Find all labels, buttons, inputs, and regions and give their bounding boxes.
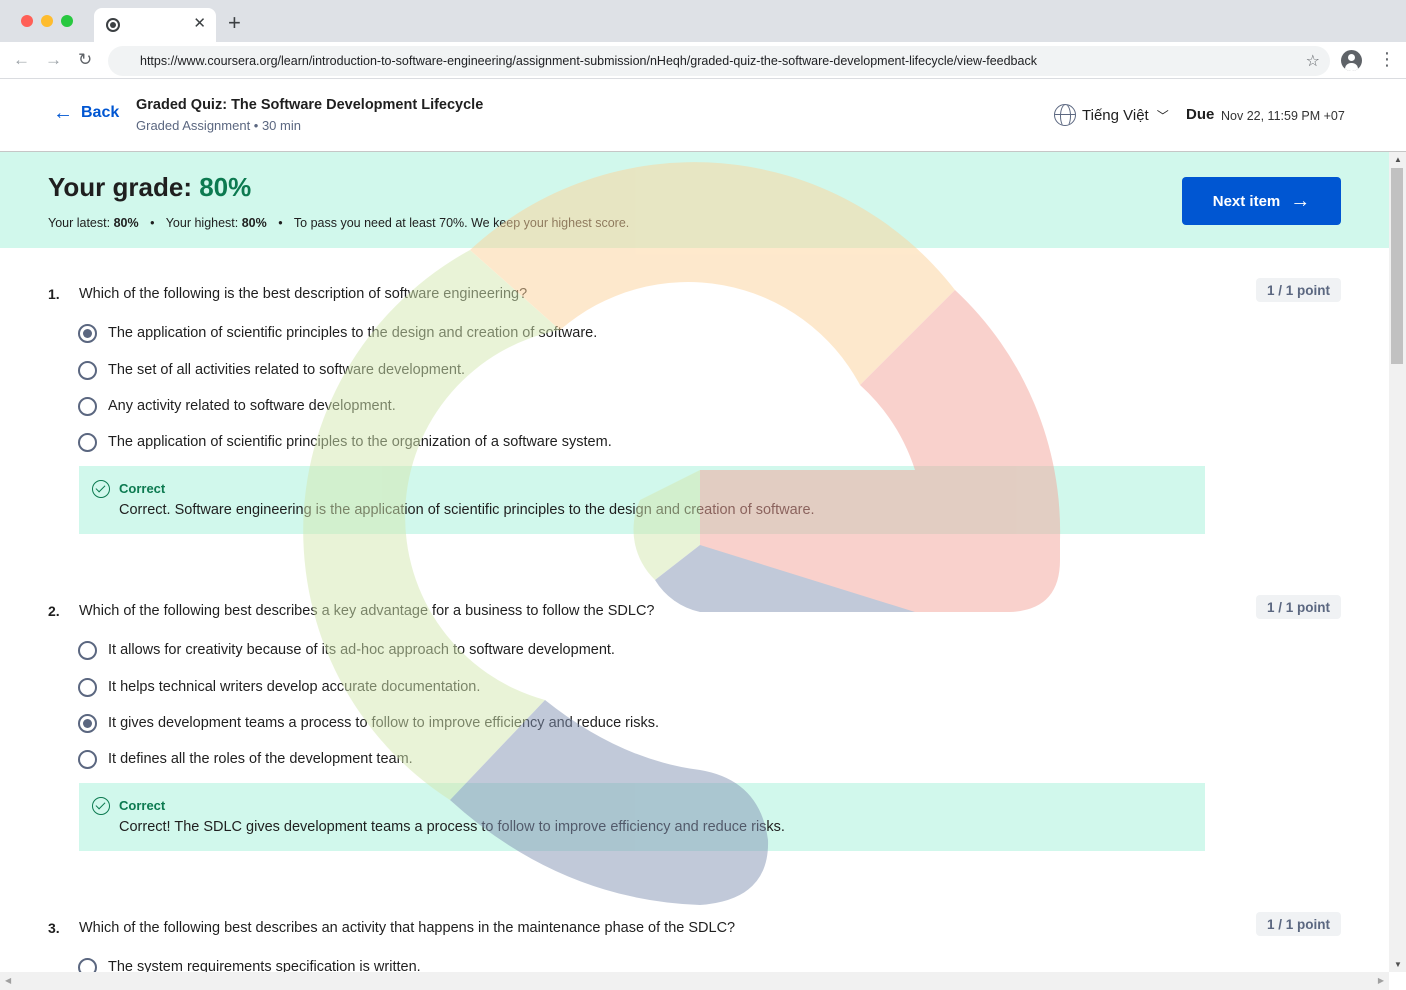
option-label: The application of scientific principles… — [108, 325, 598, 341]
browser-forward-icon[interactable]: → — [45, 50, 62, 70]
browser-back-icon[interactable]: ← — [13, 50, 30, 70]
next-item-label: Next item — [1212, 192, 1281, 210]
highest-value: 80% — [241, 216, 267, 230]
answer-option[interactable]: It defines all the roles of the developm… — [78, 748, 413, 770]
separator-dot: • — [278, 216, 283, 230]
quiz-title: Graded Quiz: The Software Development Li… — [136, 97, 484, 113]
option-label: It allows for creativity because of its … — [108, 642, 615, 658]
feedback-box: Correct Correct! The SDLC gives developm… — [79, 783, 1205, 851]
grade-details: Your latest: 80% • Your highest: 80% • T… — [48, 216, 629, 230]
radio-unselected[interactable] — [78, 749, 97, 769]
feedback-title: Correct — [119, 481, 166, 496]
due-label: Due — [1186, 106, 1215, 123]
question-text: Which of the following best describes a … — [79, 603, 655, 619]
scroll-up-icon[interactable]: ▲ — [1394, 155, 1402, 164]
back-button[interactable]: ← Back — [53, 102, 120, 124]
answer-option[interactable]: It helps technical writers develop accur… — [78, 676, 480, 698]
back-label: Back — [81, 104, 120, 121]
maximize-window-button[interactable] — [61, 15, 73, 27]
option-label: The set of all activities related to sof… — [108, 362, 466, 378]
feedback-box: Correct Correct. Software engineering is… — [79, 466, 1205, 534]
scrollbar-thumb[interactable] — [1391, 168, 1403, 364]
scroll-left-icon[interactable]: ◀ — [5, 976, 11, 985]
question-number: 3. — [48, 920, 60, 936]
grade-heading: Your grade: 80% — [48, 172, 251, 203]
radio-unselected[interactable] — [78, 957, 97, 972]
points-badge: 1 / 1 point — [1256, 595, 1341, 619]
highest-label: Your highest: — [165, 216, 239, 230]
grade-banner: Your grade: 80% Your latest: 80% • Your … — [0, 152, 1389, 248]
option-label: It defines all the roles of the developm… — [108, 751, 413, 767]
option-label: The system requirements specification is… — [108, 959, 421, 972]
option-label: Any activity related to software develop… — [108, 398, 396, 414]
scroll-right-icon[interactable]: ▶ — [1378, 976, 1384, 985]
tab-bar: ✕ + — [0, 0, 1406, 42]
minimize-window-button[interactable] — [41, 15, 53, 27]
url-text[interactable]: https://www.coursera.org/learn/introduct… — [140, 54, 1037, 68]
reload-icon[interactable]: ↻ — [78, 50, 92, 70]
quiz-header: ← Back Graded Quiz: The Software Develop… — [0, 79, 1406, 152]
answer-option[interactable]: Any activity related to software develop… — [78, 395, 396, 417]
next-item-button[interactable]: Next item → — [1182, 177, 1341, 225]
points-badge: 1 / 1 point — [1256, 278, 1341, 302]
latest-value: 80% — [113, 216, 139, 230]
check-circle-icon — [92, 797, 110, 815]
option-label: The application of scientific principles… — [108, 434, 612, 450]
option-label: It helps technical writers develop accur… — [108, 679, 481, 695]
scroll-down-icon[interactable]: ▼ — [1394, 960, 1402, 969]
quiz-subtitle: Graded Assignment • 30 min — [136, 118, 301, 133]
tab-close-icon[interactable]: ✕ — [193, 15, 206, 33]
browser-tab-active[interactable]: ✕ — [94, 8, 216, 42]
due-date: Nov 22, 11:59 PM +07 — [1221, 109, 1345, 123]
grade-value: 80% — [199, 172, 252, 202]
address-bar[interactable]: https://www.coursera.org/learn/introduct… — [108, 46, 1330, 76]
answer-option[interactable]: The system requirements specification is… — [78, 956, 421, 972]
answer-option[interactable]: The application of scientific principles… — [78, 322, 597, 344]
language-label: Tiếng Việt — [1082, 106, 1149, 124]
chrome-icon — [106, 18, 120, 32]
radio-selected[interactable] — [78, 323, 97, 343]
radio-selected[interactable] — [78, 713, 97, 733]
grade-label: Your grade: — [48, 172, 192, 202]
radio-unselected[interactable] — [78, 396, 97, 416]
arrow-right-icon: → — [1290, 190, 1311, 212]
radio-unselected[interactable] — [78, 432, 97, 452]
globe-icon — [1054, 104, 1076, 126]
vertical-scrollbar[interactable]: ▲ ▼ — [1389, 152, 1406, 972]
language-selector[interactable]: Tiếng Việt ﹀ — [1054, 104, 1169, 126]
new-tab-button[interactable]: + — [228, 12, 241, 34]
browser-toolbar: ← → ↻ https://www.coursera.org/learn/int… — [0, 42, 1406, 79]
browser-window: ✕ + ← → ↻ https://www.coursera.org/learn… — [0, 0, 1406, 990]
radio-unselected[interactable] — [78, 677, 97, 697]
horizontal-scrollbar[interactable]: ◀ ▶ — [0, 972, 1389, 990]
question-text: Which of the following is the best descr… — [79, 286, 528, 302]
question-number: 1. — [48, 286, 60, 302]
pass-note: To pass you need at least 70%. We keep y… — [293, 216, 630, 230]
answer-option[interactable]: The application of scientific principles… — [78, 431, 612, 453]
question-number: 2. — [48, 603, 60, 619]
radio-unselected[interactable] — [78, 360, 97, 380]
answer-option[interactable]: It gives development teams a process to … — [78, 712, 659, 734]
check-circle-icon — [92, 480, 110, 498]
answer-option[interactable]: The set of all activities related to sof… — [78, 359, 465, 381]
arrow-left-icon: ← — [53, 102, 73, 124]
separator-dot: • — [150, 216, 155, 230]
radio-unselected[interactable] — [78, 640, 97, 660]
browser-menu-icon[interactable]: ⋮ — [1378, 49, 1396, 69]
latest-label: Your latest: — [48, 216, 111, 230]
profile-avatar-icon[interactable] — [1341, 50, 1362, 71]
feedback-text: Correct. Software engineering is the app… — [119, 502, 815, 518]
bookmark-star-icon[interactable]: ☆ — [1306, 51, 1320, 71]
close-window-button[interactable] — [21, 15, 33, 27]
quiz-feedback-content: Your grade: 80% Your latest: 80% • Your … — [0, 152, 1389, 972]
question-text: Which of the following best describes an… — [79, 920, 736, 936]
answer-option[interactable]: It allows for creativity because of its … — [78, 639, 615, 661]
feedback-text: Correct! The SDLC gives development team… — [119, 819, 785, 835]
points-badge: 1 / 1 point — [1256, 912, 1341, 936]
chevron-down-icon: ﹀ — [1156, 108, 1169, 123]
feedback-title: Correct — [119, 798, 166, 813]
option-label: It gives development teams a process to … — [108, 715, 659, 731]
